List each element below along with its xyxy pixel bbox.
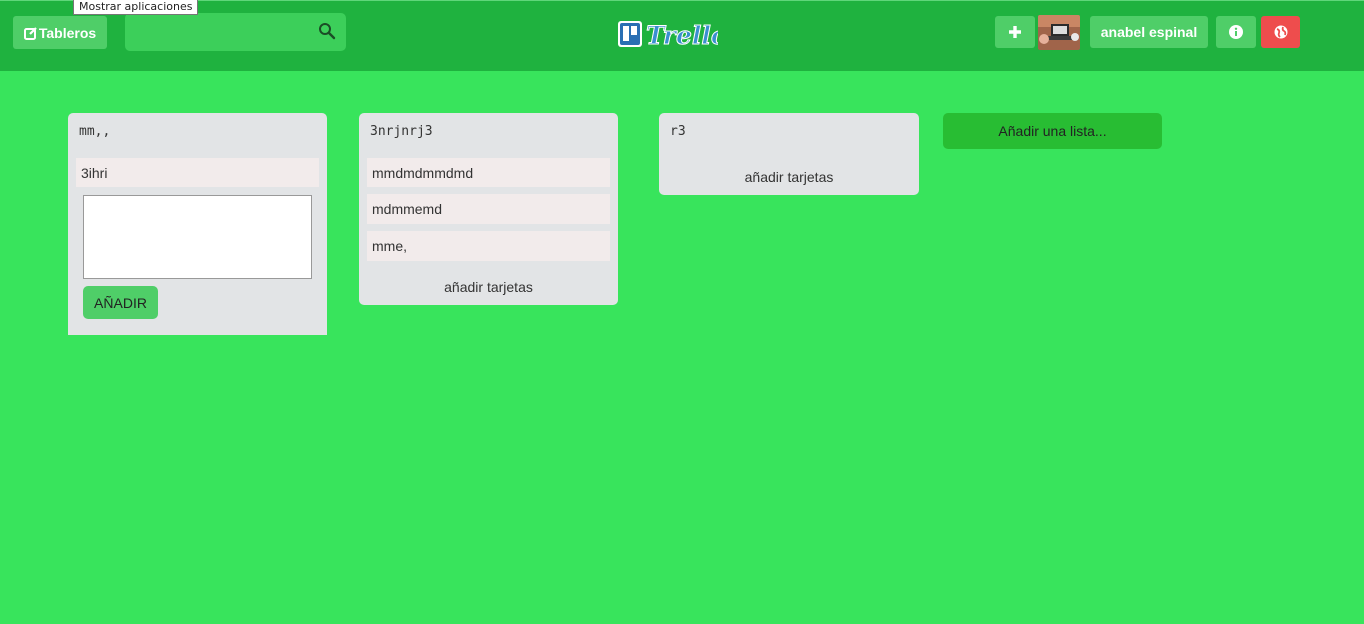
search-bar <box>125 13 346 51</box>
trello-logo[interactable]: Trello <box>616 17 718 51</box>
globe-icon <box>1274 25 1287 39</box>
search-input[interactable] <box>125 13 315 51</box>
user-button[interactable]: anabel espinal <box>1090 16 1208 48</box>
edit-icon <box>23 26 37 40</box>
top-bar: Tableros Trello anabel espinal <box>0 0 1364 71</box>
list: 3nrjnrj3 mmdmdmmdmd mdmmemd mme, añadir … <box>359 113 618 305</box>
card-textarea[interactable] <box>83 195 312 279</box>
apps-tooltip: Mostrar aplicaciones <box>73 0 199 15</box>
list-title[interactable]: mm,, <box>79 124 110 139</box>
logo-text: Trello <box>646 21 718 50</box>
list-card[interactable]: mme, <box>367 231 610 261</box>
list: mm,, 3ihri AÑADIR <box>68 113 327 335</box>
add-cards-link[interactable]: añadir tarjetas <box>359 279 618 295</box>
list-title[interactable]: 3nrjnrj3 <box>370 124 433 139</box>
list: r3 añadir tarjetas <box>659 113 919 195</box>
list-card[interactable]: 3ihri <box>76 158 319 187</box>
user-name: anabel espinal <box>1100 24 1198 40</box>
notifications-button[interactable] <box>1261 16 1300 48</box>
list-title[interactable]: r3 <box>670 124 686 139</box>
avatar[interactable] <box>1038 15 1080 50</box>
list-card[interactable]: mmdmdmmdmd <box>367 158 610 187</box>
info-icon <box>1229 25 1243 39</box>
search-icon[interactable] <box>318 22 336 40</box>
add-cards-link[interactable]: añadir tarjetas <box>659 169 919 185</box>
list-card[interactable]: mdmmemd <box>367 194 610 224</box>
avatar-image <box>1038 15 1080 50</box>
boards-button[interactable]: Tableros <box>13 16 107 49</box>
info-button[interactable] <box>1216 16 1256 48</box>
plus-icon <box>1009 26 1021 38</box>
add-card-button[interactable]: AÑADIR <box>83 286 158 319</box>
add-list-button[interactable]: Añadir una lista... <box>943 113 1162 149</box>
boards-label: Tableros <box>38 24 97 41</box>
add-button[interactable] <box>995 16 1035 48</box>
